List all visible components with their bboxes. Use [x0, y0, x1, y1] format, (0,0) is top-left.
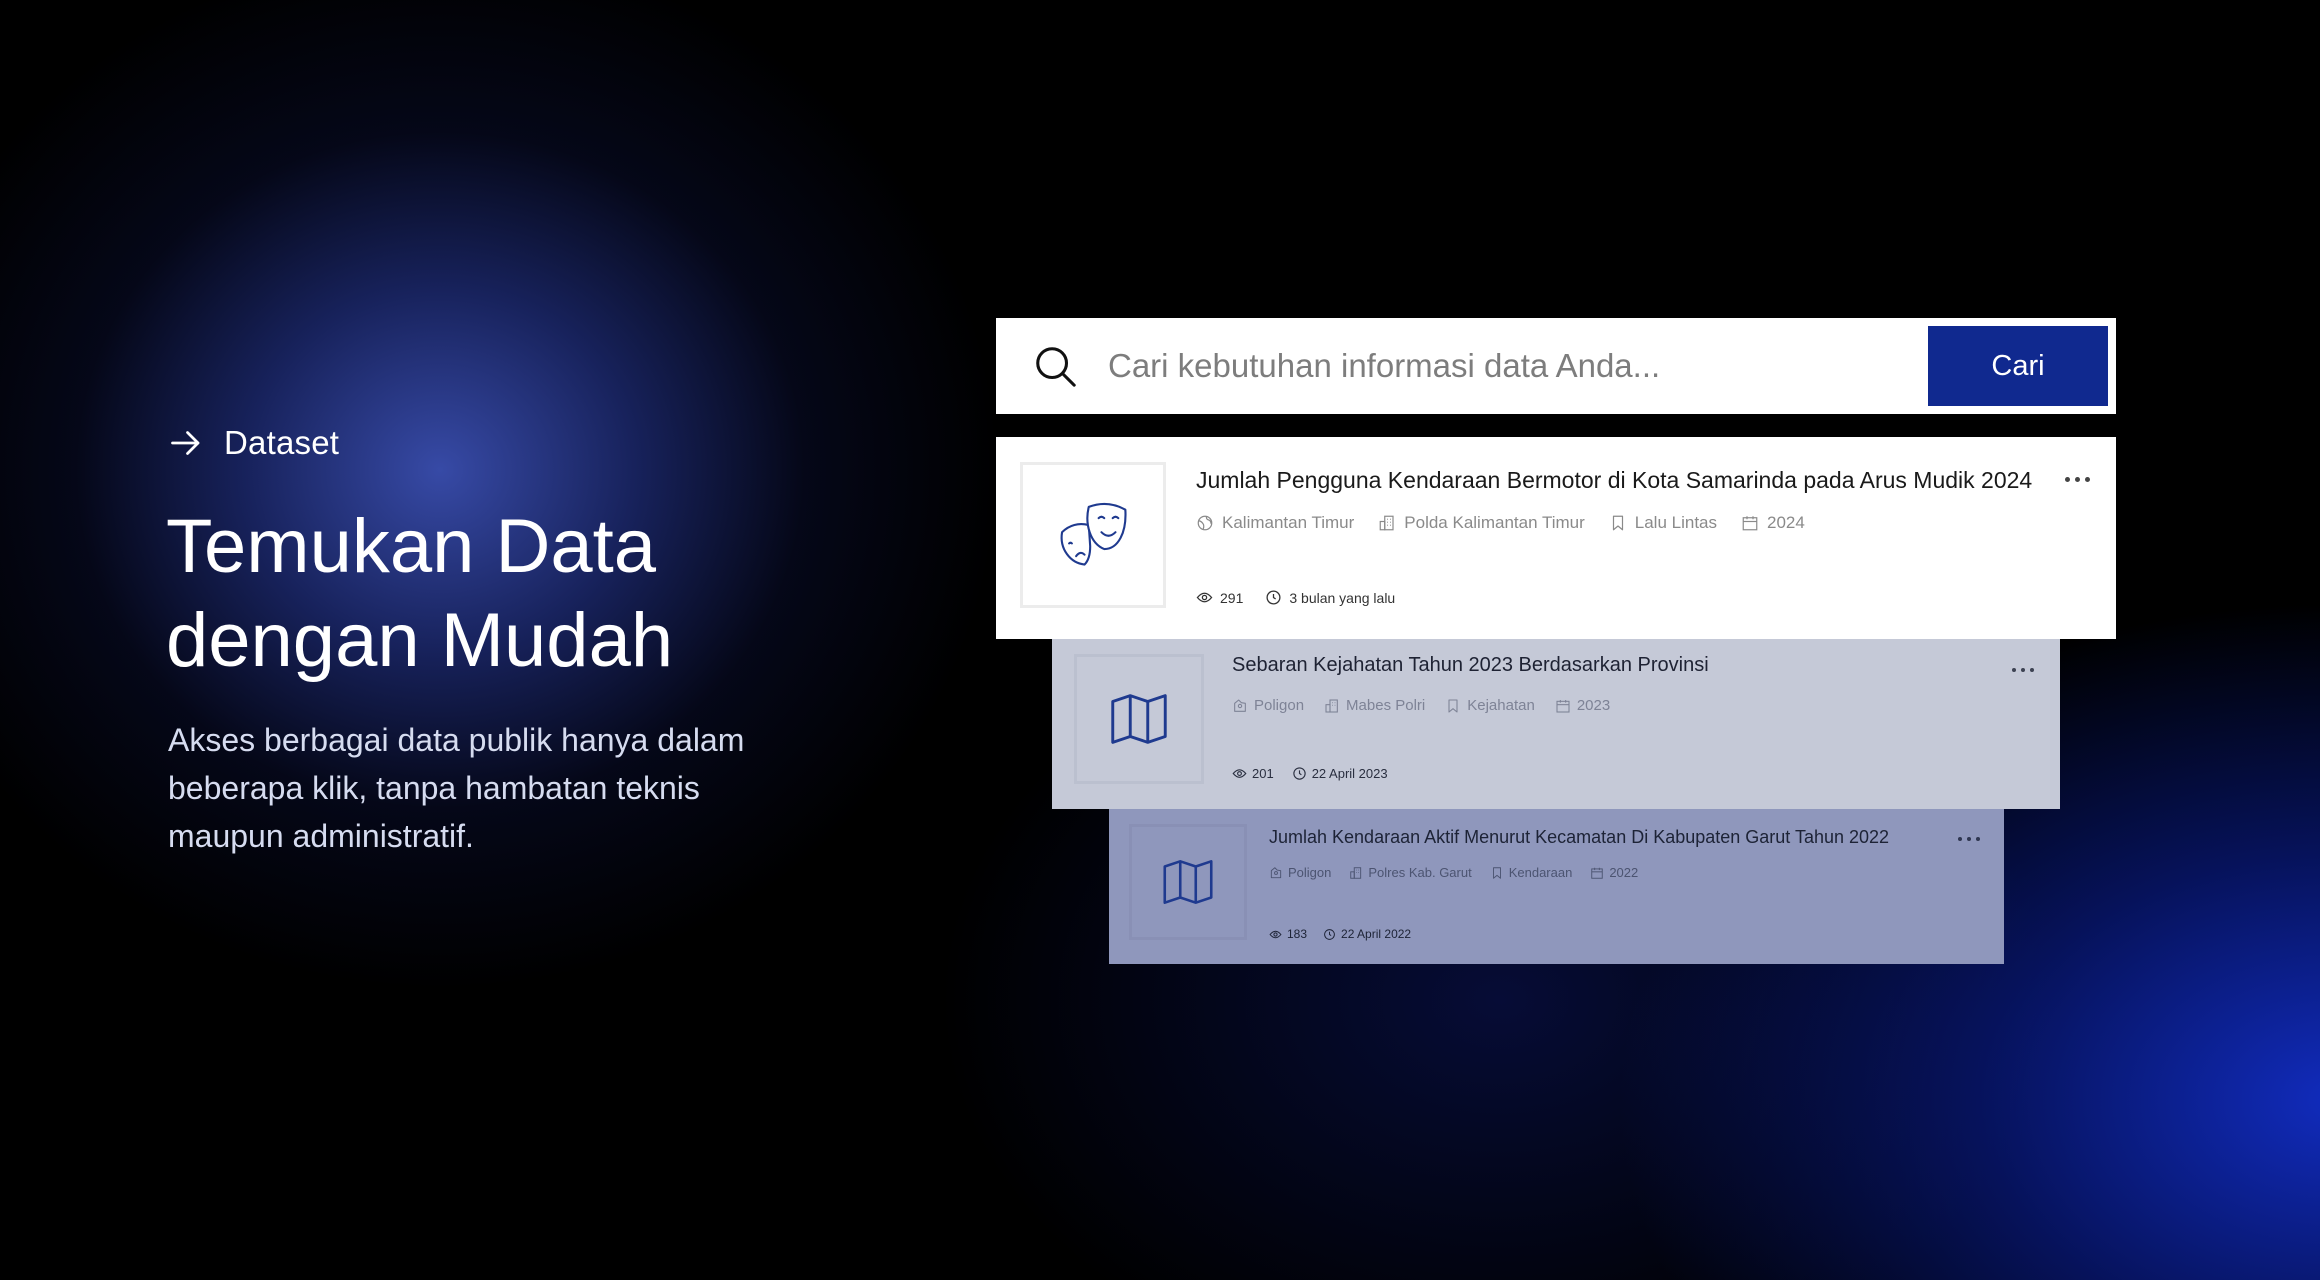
- updated-time: 3 bulan yang lalu: [1265, 589, 1395, 606]
- building-icon: [1379, 515, 1394, 531]
- dataset-thumbnail: [1129, 824, 1247, 940]
- polygon-icon: [1270, 866, 1282, 878]
- bookmark-icon: [1612, 515, 1623, 531]
- meta-region: Poligon: [1269, 865, 1331, 880]
- dataset-card[interactable]: Sebaran Kejahatan Tahun 2023 Berdasarkan…: [1052, 639, 2060, 809]
- hero-title-line-1: Temukan Data: [166, 504, 657, 589]
- dataset-stats: 183 22 April 2022: [1269, 927, 1411, 941]
- meta-year: 2023: [1555, 697, 1610, 714]
- meta-region: Poligon: [1232, 697, 1304, 714]
- meta-topic-text: Kejahatan: [1467, 697, 1535, 714]
- meta-organization: Polres Kab. Garut: [1349, 865, 1472, 880]
- view-count: 291: [1196, 589, 1243, 606]
- meta-region-text: Kalimantan Timur: [1222, 513, 1355, 532]
- eye-icon: [1232, 769, 1247, 778]
- more-options-icon[interactable]: [2065, 477, 2090, 482]
- map-icon: [1111, 694, 1167, 744]
- dataset-title[interactable]: Sebaran Kejahatan Tahun 2023 Berdasarkan…: [1232, 654, 1709, 677]
- hero-title: Temukan Data dengan Mudah: [166, 500, 866, 688]
- meta-organization-text: Mabes Polri: [1346, 697, 1426, 714]
- dataset-stats: 201 22 April 2023: [1232, 766, 1388, 781]
- clock-icon: [1266, 590, 1281, 605]
- building-icon: [1350, 866, 1362, 879]
- view-count: 201: [1232, 766, 1274, 781]
- updated-time: 22 April 2023: [1292, 766, 1388, 781]
- eye-icon: [1269, 930, 1282, 938]
- dataset-card[interactable]: Jumlah Pengguna Kendaraan Bermotor di Ko…: [996, 437, 2116, 639]
- meta-topic: Kendaraan: [1490, 865, 1573, 880]
- dataset-meta: Kalimantan Timur Polda Kalimantan Timur …: [1196, 513, 1805, 533]
- clock-icon: [1324, 928, 1335, 940]
- dataset-card[interactable]: Jumlah Kendaraan Aktif Menurut Kecamatan…: [1109, 809, 2004, 964]
- arrow-right-icon: [171, 431, 200, 455]
- theater-masks-icon: [1060, 503, 1127, 566]
- more-options-icon[interactable]: [1958, 837, 1980, 841]
- meta-region-text: Poligon: [1254, 697, 1305, 714]
- meta-organization-text: Polda Kalimantan Timur: [1404, 513, 1585, 532]
- updated-time-text: 3 bulan yang lalu: [1289, 589, 1396, 606]
- meta-year-text: 2022: [1609, 865, 1639, 880]
- section-label-text: Dataset: [224, 424, 340, 461]
- meta-topic: Lalu Lintas: [1609, 513, 1717, 533]
- dataset-stats: 291 3 bulan yang lalu: [1196, 589, 1395, 606]
- meta-year-text: 2023: [1576, 697, 1611, 714]
- dataset-thumbnail: [1020, 462, 1166, 608]
- updated-time: 22 April 2022: [1323, 927, 1411, 941]
- view-count-text: 201: [1252, 766, 1274, 781]
- updated-time-text: 22 April 2022: [1341, 927, 1412, 941]
- polygon-icon: [1234, 698, 1246, 712]
- globe-icon: [1197, 515, 1213, 531]
- dataset-title[interactable]: Jumlah Kendaraan Aktif Menurut Kecamatan…: [1269, 827, 1889, 848]
- view-count-text: 291: [1220, 589, 1244, 606]
- view-count: 183: [1269, 927, 1307, 941]
- updated-time-text: 22 April 2023: [1311, 766, 1388, 781]
- calendar-icon: [1742, 516, 1758, 531]
- hero-description: Akses berbagai data publik hanya dalam b…: [168, 722, 745, 854]
- search-input[interactable]: [1106, 346, 1928, 386]
- bookmark-icon: [1448, 698, 1458, 713]
- meta-topic-text: Kendaraan: [1508, 865, 1573, 880]
- calendar-icon: [1556, 699, 1570, 713]
- map-icon: [1163, 860, 1213, 904]
- meta-region: Kalimantan Timur: [1196, 513, 1354, 533]
- meta-topic-text: Lalu Lintas: [1634, 513, 1717, 532]
- dataset-title[interactable]: Jumlah Pengguna Kendaraan Bermotor di Ko…: [1196, 467, 2032, 494]
- meta-organization-text: Polres Kab. Garut: [1368, 865, 1472, 880]
- eye-icon: [1196, 592, 1213, 603]
- section-label: Dataset: [168, 424, 339, 462]
- meta-organization: Mabes Polri: [1324, 697, 1425, 714]
- meta-year: 2022: [1590, 865, 1638, 880]
- clock-icon: [1293, 767, 1306, 780]
- meta-region-text: Poligon: [1288, 865, 1332, 880]
- meta-year-text: 2024: [1767, 513, 1805, 532]
- more-options-icon[interactable]: [2012, 668, 2034, 672]
- view-count-text: 183: [1287, 927, 1308, 941]
- search-icon: [1036, 347, 1076, 387]
- dataset-meta: Poligon Polres Kab. Garut Kendaraan 2022: [1269, 865, 1638, 880]
- dataset-thumbnail: [1074, 654, 1204, 784]
- hero-title-line-2: dengan Mudah: [166, 598, 674, 683]
- meta-year: 2024: [1741, 513, 1805, 533]
- meta-organization: Polda Kalimantan Timur: [1378, 513, 1585, 533]
- calendar-icon: [1591, 867, 1604, 879]
- meta-topic: Kejahatan: [1445, 697, 1535, 714]
- dataset-meta: Poligon Mabes Polri Kejahatan 2023: [1232, 697, 1610, 714]
- search-bar: Cari: [996, 318, 2116, 414]
- building-icon: [1325, 698, 1338, 713]
- bookmark-icon: [1492, 866, 1501, 879]
- search-button[interactable]: Cari: [1928, 326, 2108, 406]
